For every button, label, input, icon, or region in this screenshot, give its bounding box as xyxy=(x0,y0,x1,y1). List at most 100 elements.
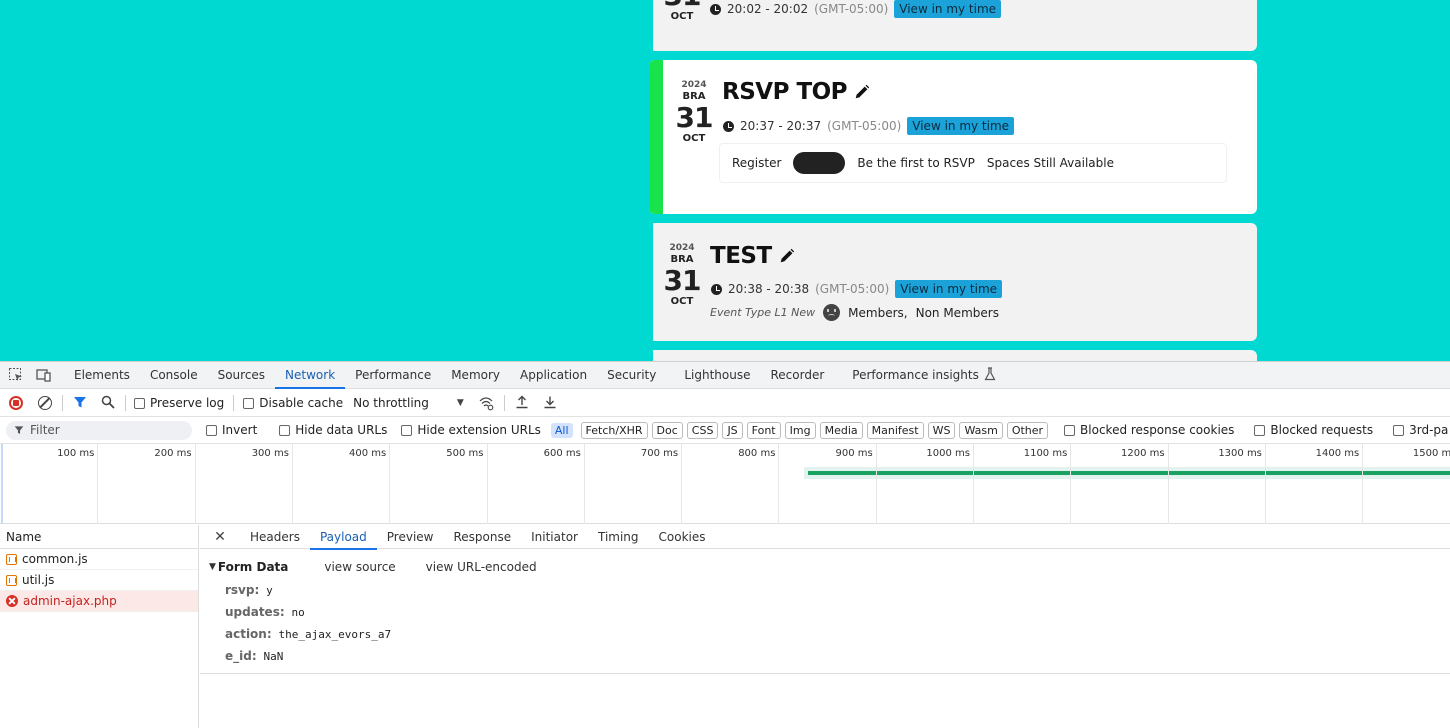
timeline-gridline xyxy=(194,444,196,524)
search-icon[interactable] xyxy=(101,395,117,411)
type-filter-wasm[interactable]: Wasm xyxy=(959,421,1003,439)
request-row[interactable]: util.js xyxy=(0,570,198,591)
event-list-page: 31 OCT 20:02 - 20:02 (GMT-05:00) View in… xyxy=(0,0,1450,361)
timeline-tick-label: 1100 ms xyxy=(1023,448,1068,459)
tab-network[interactable]: Network xyxy=(275,362,346,389)
view-url-encoded-link[interactable]: view URL-encoded xyxy=(426,560,537,574)
filter-icon[interactable] xyxy=(73,395,89,411)
throttling-select[interactable]: No throttling ▼ xyxy=(353,396,464,410)
type-filter-other[interactable]: Other xyxy=(1006,421,1049,439)
third-party-label: 3rd-pa xyxy=(1409,423,1449,437)
form-field-value: y xyxy=(266,584,273,597)
type-filter-fetch-xhr[interactable]: Fetch/XHR xyxy=(580,421,648,439)
form-field-value: NaN xyxy=(263,650,284,663)
inspect-element-icon[interactable] xyxy=(8,367,24,383)
timeline-gridline xyxy=(973,444,974,524)
type-filter-manifest[interactable]: Manifest xyxy=(866,421,924,439)
tab-lighthouse[interactable]: Lighthouse xyxy=(674,362,760,389)
blocked-requests-checkbox[interactable] xyxy=(1254,424,1266,436)
event-time: 20:37 - 20:37 xyxy=(740,119,822,133)
flask-icon xyxy=(983,367,999,383)
tab-security[interactable]: Security xyxy=(597,362,666,389)
third-party-checkbox[interactable] xyxy=(1393,424,1405,436)
tab-payload[interactable]: Payload xyxy=(309,525,377,550)
register-label: Register xyxy=(732,156,782,170)
clear-icon[interactable] xyxy=(38,396,52,410)
preserve-log-checkbox[interactable] xyxy=(134,397,145,409)
tab-initiator[interactable]: Initiator xyxy=(521,525,588,549)
tab-memory[interactable]: Memory xyxy=(441,362,510,389)
waterfall-bar xyxy=(808,471,1450,475)
device-toolbar-icon[interactable] xyxy=(36,367,52,383)
name-column-header[interactable]: Name xyxy=(0,525,198,549)
timeline-tick-label: 1200 ms xyxy=(1121,448,1165,459)
hide-data-urls-label: Hide data URLs xyxy=(295,423,388,437)
preserve-log-label: Preserve log xyxy=(150,396,225,410)
view-in-my-time-button[interactable]: View in my time xyxy=(894,0,1002,18)
request-list: Name common.js util.js admin-ajax.php xyxy=(0,525,199,728)
view-in-my-time-button[interactable]: View in my time xyxy=(907,117,1015,135)
event-timezone: (GMT-05:00) xyxy=(815,282,890,296)
form-data-heading[interactable]: Form Data xyxy=(218,560,288,574)
type-filter-ws[interactable]: WS xyxy=(927,421,956,439)
invert-checkbox[interactable] xyxy=(206,424,217,436)
import-har-icon[interactable] xyxy=(515,395,531,411)
tab-preview[interactable]: Preview xyxy=(377,525,444,549)
triangle-down-icon[interactable]: ▼ xyxy=(209,562,216,572)
clock-icon xyxy=(711,283,722,295)
type-filter-all[interactable]: All xyxy=(550,422,573,438)
network-lower-pane: Name common.js util.js admin-ajax.php ✕ … xyxy=(0,525,1450,728)
request-name: admin-ajax.php xyxy=(23,594,117,608)
timeline-gridline xyxy=(1264,444,1266,524)
network-conditions-icon[interactable] xyxy=(478,395,494,411)
hide-extension-urls-checkbox[interactable] xyxy=(401,424,413,436)
disable-cache-checkbox[interactable] xyxy=(243,397,255,409)
event-card[interactable]: 2024 BRA 31 OCT RSVP TOP 20:37 - 20:37 (… xyxy=(649,60,1257,214)
view-source-link[interactable]: view source xyxy=(324,560,395,574)
blocked-response-cookies-checkbox[interactable] xyxy=(1064,424,1076,436)
event-card[interactable]: 2024 BRA 31 OCT TEST 20:38 - 20:38 (GMT-… xyxy=(649,223,1257,341)
type-filter-font[interactable]: Font xyxy=(746,421,781,439)
tab-cookies[interactable]: Cookies xyxy=(649,525,716,549)
tab-sources[interactable]: Sources xyxy=(208,362,275,389)
type-filter-css[interactable]: CSS xyxy=(686,421,719,439)
request-row[interactable]: admin-ajax.php xyxy=(0,591,198,612)
blocked-requests-label: Blocked requests xyxy=(1270,423,1374,437)
tab-recorder[interactable]: Recorder xyxy=(761,362,835,389)
hide-data-urls-checkbox[interactable] xyxy=(279,424,291,436)
event-title[interactable]: RSVP TOP xyxy=(722,79,848,105)
pencil-icon[interactable] xyxy=(853,83,871,101)
devtools-panel: Elements Console Sources Network Perform… xyxy=(0,361,1450,728)
network-waterfall-overview[interactable]: 100 ms 200 ms 300 ms 400 ms 500 ms 600 ms 700 … xyxy=(0,444,1450,524)
tab-application[interactable]: Application xyxy=(510,362,597,389)
record-icon[interactable] xyxy=(9,396,23,410)
export-har-icon[interactable] xyxy=(543,395,559,411)
event-month: OCT xyxy=(670,11,694,22)
timeline-gridline xyxy=(1167,444,1169,524)
tab-performance[interactable]: Performance xyxy=(345,362,441,389)
throttling-value: No throttling xyxy=(353,396,429,410)
request-row[interactable]: common.js xyxy=(0,549,198,570)
tab-console[interactable]: Console xyxy=(140,362,208,389)
type-filter-media[interactable]: Media xyxy=(819,421,863,439)
event-title[interactable]: TEST xyxy=(710,243,772,269)
filter-placeholder: Filter xyxy=(30,423,60,437)
tab-headers[interactable]: Headers xyxy=(240,525,310,549)
filter-icon xyxy=(14,426,24,434)
tab-timing[interactable]: Timing xyxy=(588,525,649,549)
view-in-my-time-button[interactable]: View in my time xyxy=(895,280,1003,298)
event-card[interactable] xyxy=(649,350,1257,361)
register-toggle[interactable] xyxy=(793,152,846,174)
tab-response[interactable]: Response xyxy=(443,525,521,549)
timeline-gridline xyxy=(1362,444,1364,524)
type-filter-js[interactable]: JS xyxy=(722,421,743,439)
filter-input[interactable]: Filter xyxy=(6,420,192,440)
tab-elements[interactable]: Elements xyxy=(64,362,140,389)
event-card[interactable]: 31 OCT 20:02 - 20:02 (GMT-05:00) View in… xyxy=(649,0,1257,51)
pencil-icon[interactable] xyxy=(778,247,796,265)
type-filter-img[interactable]: Img xyxy=(784,421,816,439)
timeline-start-marker xyxy=(1,444,3,524)
type-filter-doc[interactable]: Doc xyxy=(651,421,683,439)
close-icon[interactable]: ✕ xyxy=(200,529,240,545)
tab-performance-insights[interactable]: Performance insights xyxy=(842,362,983,389)
